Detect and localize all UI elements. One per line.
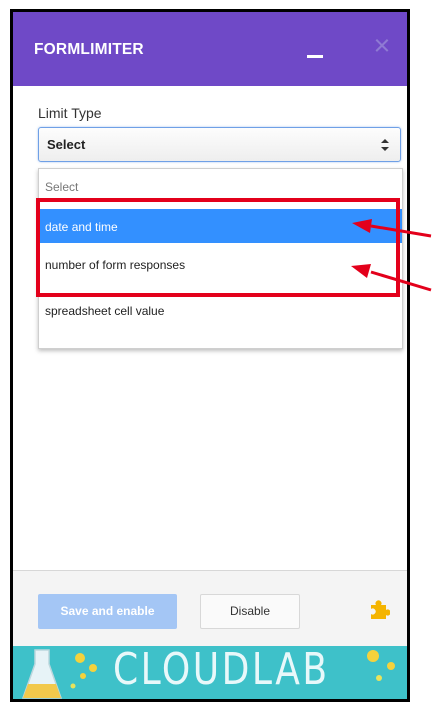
cloudlab-banner: CLOUDLAB	[13, 646, 407, 699]
cloudlab-logo-text: CLOUDLAB	[113, 646, 330, 695]
limit-type-dropdown: Select date and time number of form resp…	[38, 168, 403, 349]
flask-icon	[21, 649, 63, 699]
save-and-enable-button[interactable]: Save and enable	[38, 594, 177, 629]
option-select[interactable]: Select	[39, 169, 402, 203]
option-spreadsheet-cell-value[interactable]: spreadsheet cell value	[39, 293, 402, 327]
minimize-icon[interactable]	[305, 36, 327, 62]
limit-type-select[interactable]: Select	[38, 127, 401, 162]
sidebar-frame: FORMLIMITER × Limit Type Select Select d…	[10, 9, 410, 702]
select-value: Select	[47, 137, 86, 152]
puzzle-icon[interactable]	[368, 598, 390, 620]
app-title: FORMLIMITER	[34, 41, 144, 58]
header: FORMLIMITER ×	[13, 12, 407, 86]
disable-button[interactable]: Disable	[200, 594, 300, 629]
limit-type-label: Limit Type	[38, 105, 102, 121]
option-number-of-form-responses[interactable]: number of form responses	[39, 247, 402, 281]
footer: Save and enable Disable	[13, 571, 407, 646]
option-date-and-time[interactable]: date and time	[39, 209, 402, 243]
select-arrows-icon	[381, 139, 389, 151]
close-icon[interactable]: ×	[369, 32, 395, 61]
